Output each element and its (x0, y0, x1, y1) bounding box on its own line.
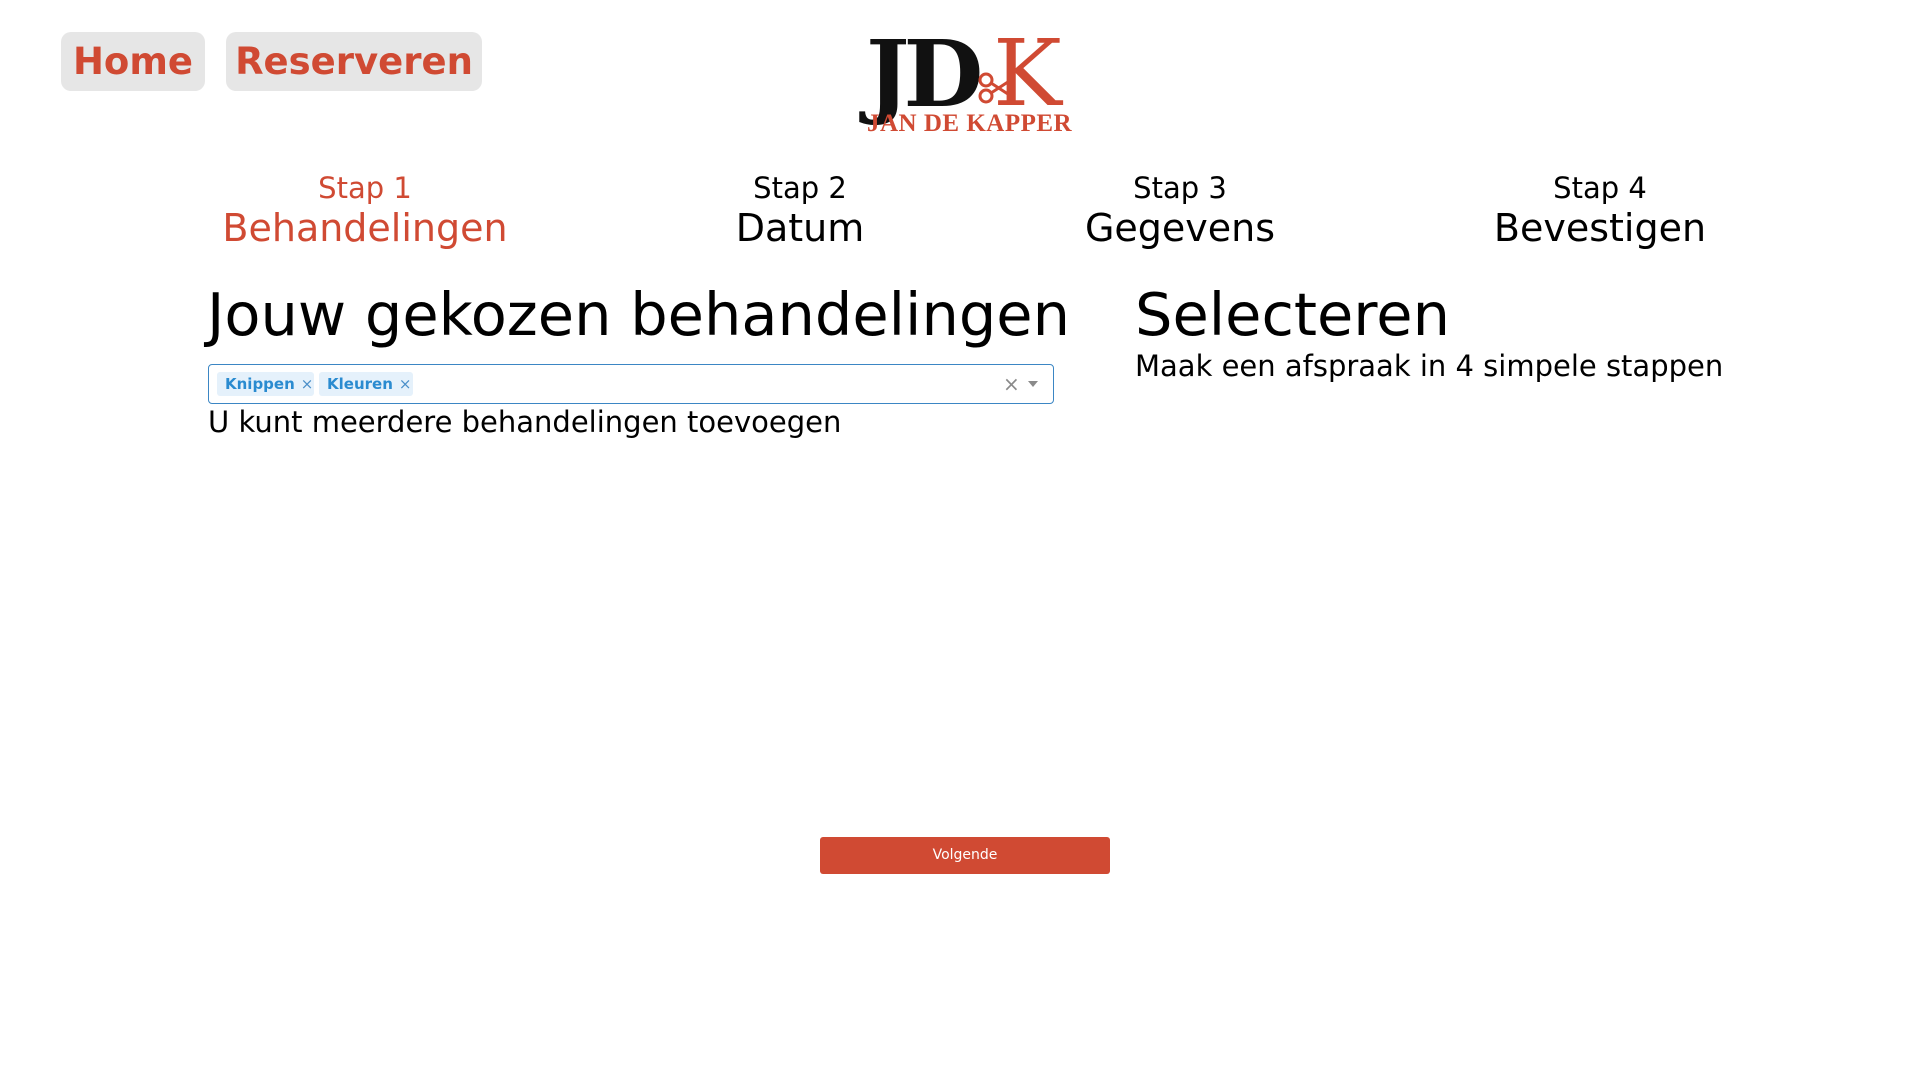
step-4[interactable]: Stap 4 Bevestigen (1470, 170, 1730, 250)
step-number: Stap 2 (753, 171, 847, 205)
scissors-icon (978, 72, 1015, 104)
remove-chip-icon[interactable]: × (301, 375, 314, 393)
select-title: Selecteren (1135, 280, 1450, 349)
home-button[interactable]: Home (61, 32, 205, 91)
step-name: Gegevens (1084, 206, 1276, 250)
step-number: Stap 3 (1133, 171, 1227, 205)
next-button[interactable]: Volgende (820, 837, 1110, 874)
logo-letters-jd: JD (866, 20, 983, 128)
page: Home Reserveren JD K JAN DE KAPPER Stap … (0, 0, 1920, 1084)
jdk-logo[interactable]: JD K JAN DE KAPPER (866, 20, 1072, 138)
logo-subtitle: JAN DE KAPPER (867, 110, 1073, 137)
step-2[interactable]: Stap 2 Datum (680, 170, 920, 250)
step-name: Behandelingen (222, 206, 508, 250)
chevron-down-icon[interactable] (1028, 381, 1038, 387)
reserveren-button[interactable]: Reserveren (226, 32, 482, 91)
step-name: Bevestigen (1493, 206, 1707, 250)
step-name: Datum (735, 206, 865, 250)
remove-chip-icon[interactable]: × (399, 375, 412, 393)
treatments-hint: U kunt meerdere behandelingen toevoegen (208, 405, 842, 439)
treatment-chip: Knippen × (217, 372, 314, 396)
step-number: Stap 1 (318, 171, 412, 205)
treatments-title: Jouw gekozen behandelingen (207, 280, 1070, 349)
step-3[interactable]: Stap 3 Gegevens (1060, 170, 1300, 250)
clear-all-icon[interactable]: × (1003, 371, 1020, 397)
treatment-chip: Kleuren × (319, 372, 413, 396)
chip-label: Knippen (225, 375, 295, 393)
step-1[interactable]: Stap 1 Behandelingen (215, 170, 515, 250)
step-number: Stap 4 (1553, 171, 1647, 205)
treatments-multiselect[interactable]: Knippen × Kleuren × × (208, 364, 1054, 404)
chip-label: Kleuren (327, 375, 393, 393)
select-subtitle: Maak een afspraak in 4 simpele stappen (1135, 349, 1724, 383)
